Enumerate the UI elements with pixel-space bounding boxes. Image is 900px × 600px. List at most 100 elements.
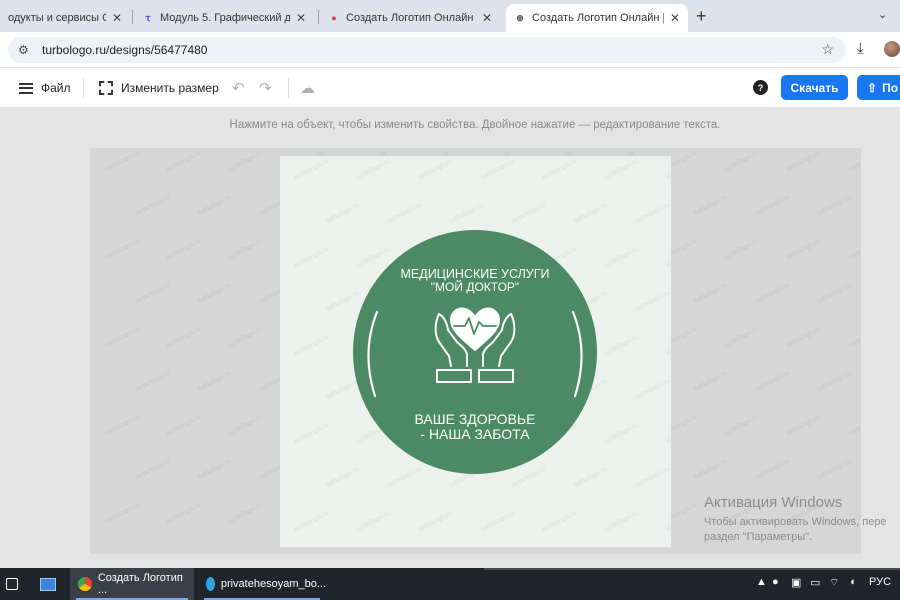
tray-app-icon[interactable]: ▣ — [791, 576, 801, 589]
site-settings-icon[interactable]: ⚙ — [18, 43, 32, 57]
tray-volume-icon[interactable]: ◖ — [849, 576, 856, 588]
editor-hint: Нажмите на объект, чтобы изменить свойст… — [229, 119, 721, 131]
watermark-text: turbologo.ru — [417, 509, 454, 534]
watermark-text: turbologo.ru — [165, 149, 202, 174]
watermark-text: turbologo.ru — [634, 465, 671, 490]
watermark-text: turbologo.ru — [785, 237, 822, 262]
tray-chrome-icon[interactable]: ● — [772, 576, 779, 588]
watermark-text: turbologo.ru — [227, 149, 264, 174]
watermark-text: turbologo.ru — [692, 369, 729, 394]
watermark-text: turbologo.ru — [165, 325, 202, 350]
input-language[interactable]: РУС — [869, 576, 891, 588]
task-view-icon[interactable] — [6, 568, 18, 600]
watermark-text: turbologo.ru — [723, 325, 760, 350]
resize-button[interactable]: Изменить размер — [99, 68, 219, 108]
watermark-text: turbologo.ru — [847, 413, 861, 438]
watermark-text: turbologo.ru — [479, 157, 516, 182]
tray-battery-icon[interactable]: ▭ — [810, 576, 820, 589]
watermark-text: turbologo.ru — [847, 325, 861, 350]
logo-title-line1[interactable]: МЕДИЦИНСКИЕ УСЛУГИ — [400, 267, 549, 281]
tab-title: Модуль 5. Графический дизай — [160, 12, 290, 24]
logo-emblem[interactable]: МЕДИЦИНСКИЕ УСЛУГИ "МОЙ ДОКТОР" ВАШЕ ЗДО… — [353, 230, 597, 474]
watermark-text: turbologo.ru — [603, 421, 640, 446]
watermark-text: turbologo.ru — [134, 457, 171, 482]
watermark-text: turbologo.ru — [196, 457, 233, 482]
watermark-text: turbologo.ru — [386, 201, 423, 226]
url-text[interactable]: turbologo.ru/designs/56477480 — [42, 43, 207, 57]
watermark-text: turbologo.ru — [103, 149, 140, 174]
omnibox[interactable]: ⚙ turbologo.ru/designs/56477480 ☆ — [8, 37, 846, 63]
close-icon[interactable]: ✕ — [112, 11, 122, 25]
share-label: По — [882, 80, 899, 95]
watermark-text: turbologo.ru — [293, 421, 330, 446]
watermark-text: turbologo.ru — [665, 509, 671, 534]
cloud-save-icon[interactable]: ☁ — [300, 79, 315, 97]
close-icon[interactable]: ✕ — [670, 11, 680, 25]
tab-turbologo-1[interactable]: ● Создать Логотип Онлайн | Бес ✕ — [320, 4, 500, 32]
activation-title: Активация Windows — [704, 494, 843, 511]
share-button[interactable]: ⇧ По — [857, 75, 900, 100]
downloads-icon[interactable]: ⤓ — [857, 40, 864, 57]
watermark-text: turbologo.ru — [165, 237, 202, 262]
watermark-text: turbologo.ru — [816, 369, 853, 394]
chrome-icon — [78, 577, 92, 591]
download-button[interactable]: Скачать — [781, 75, 848, 100]
watermark-text: turbologo.ru — [723, 237, 760, 262]
watermark-text: turbologo.ru — [196, 369, 233, 394]
watermark-text: turbologo.ru — [634, 201, 671, 226]
taskbar-chrome[interactable]: Создать Логотип ... — [70, 568, 194, 600]
watermark-text: turbologo.ru — [196, 281, 233, 306]
watermark-text: turbologo.ru — [665, 333, 671, 358]
tab-title: одукты и сервисы Goog — [8, 12, 106, 24]
watermark-text: turbologo.ru — [134, 193, 171, 218]
watermark-text: turbologo.ru — [723, 149, 760, 174]
watermark-text: turbologo.ru — [665, 421, 671, 446]
logo-slogan-line2[interactable]: - НАША ЗАБОТА — [420, 426, 530, 442]
tab-google-products[interactable]: одукты и сервисы Goog ✕ — [0, 4, 130, 32]
close-icon[interactable]: ✕ — [482, 11, 492, 25]
module-site-icon: ꚍ — [145, 12, 151, 23]
turbologo-icon: ● — [331, 13, 337, 23]
telegram-task-label: privatehesoyam_bo... — [220, 578, 326, 590]
tab-turbologo-active[interactable]: ⊛ Создать Логотип Онлайн | Бес ✕ — [506, 4, 688, 32]
avatar[interactable] — [884, 41, 900, 57]
watermark-text: turbologo.ru — [196, 193, 233, 218]
share-icon: ⇧ — [867, 80, 878, 95]
watermark-text: turbologo.ru — [479, 509, 516, 534]
watermark-text: turbologo.ru — [355, 509, 392, 534]
logo-slogan-line1[interactable]: ВАШЕ ЗДОРОВЬЕ — [415, 411, 536, 427]
redo-icon[interactable]: ↷ — [259, 79, 272, 97]
watermark-text: turbologo.ru — [103, 413, 140, 438]
undo-icon[interactable]: ↶ — [232, 79, 245, 97]
new-tab-button[interactable]: + — [696, 6, 707, 27]
watermark-text: turbologo.ru — [510, 201, 547, 226]
chat-icon[interactable]: ? — [753, 80, 768, 95]
tab-title: Создать Логотип Онлайн | Бес — [532, 12, 664, 24]
watermark-text: turbologo.ru — [785, 149, 822, 174]
taskbar-telegram[interactable]: privatehesoyam_bo... — [198, 568, 326, 600]
explorer-icon[interactable] — [40, 568, 56, 600]
tab-module-5[interactable]: ꚍ Модуль 5. Графический дизай ✕ — [134, 4, 314, 32]
watermark-text: turbologo.ru — [634, 289, 671, 314]
tray-warning-icon[interactable]: ▲ — [756, 576, 767, 588]
watermark-text: turbologo.ru — [847, 149, 861, 174]
file-menu-button[interactable]: Файл — [19, 68, 71, 108]
watermark-text: turbologo.ru — [816, 457, 853, 482]
resize-icon — [99, 81, 113, 95]
tab-search-button[interactable]: ⌄ — [878, 8, 887, 21]
watermark-text: turbologo.ru — [665, 157, 671, 182]
tab-strip: одукты и сервисы Goog ✕ ꚍ Модуль 5. Граф… — [0, 0, 900, 32]
watermark-text: turbologo.ru — [293, 157, 330, 182]
tray-network-icon[interactable]: ⌔ — [829, 576, 839, 590]
watermark-text: turbologo.ru — [816, 281, 853, 306]
watermark-text: turbologo.ru — [754, 193, 791, 218]
watermark-text: turbologo.ru — [417, 157, 454, 182]
watermark-text: turbologo.ru — [448, 201, 485, 226]
watermark-text: turbologo.ru — [603, 157, 640, 182]
logo-title-line2[interactable]: "МОЙ ДОКТОР" — [431, 279, 519, 294]
bookmark-star-icon[interactable]: ☆ — [821, 41, 834, 58]
watermark-text: turbologo.ru — [692, 281, 729, 306]
close-icon[interactable]: ✕ — [296, 11, 306, 25]
watermark-text: turbologo.ru — [785, 325, 822, 350]
watermark-text: turbologo.ru — [227, 237, 264, 262]
